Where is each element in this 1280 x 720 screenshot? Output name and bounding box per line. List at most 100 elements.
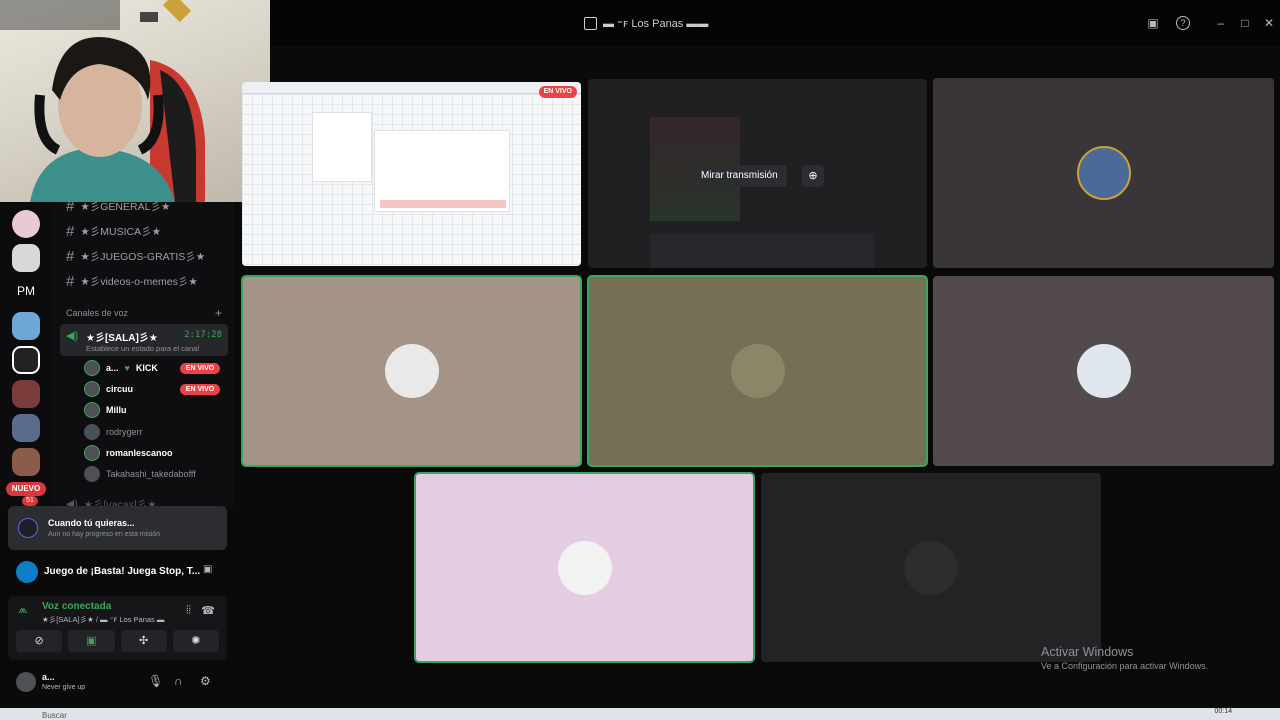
hash-icon: # [66,272,75,290]
member-name: circuu [106,384,134,394]
channel-general[interactable]: # ★彡GENERAL彡★ [66,196,170,216]
windows-activation-watermark: Activar Windows Ve a Configuración para … [1041,645,1208,671]
avatar [904,540,958,595]
speaker-icon: ◀) [66,330,79,342]
server-icon-1[interactable] [12,210,40,238]
stream-tile[interactable]: EN VIVO [242,82,581,266]
channel-juegos-gratis[interactable]: # ★彡JUEGOS-GRATIS彡★ [66,246,205,266]
close-icon[interactable]: ✕ [1262,16,1276,30]
taskbar-clock[interactable]: 00:14 [1214,708,1232,715]
avatar [84,424,100,440]
voice-channel-timer: 2:17:28 [184,330,222,340]
channel-label: ★彡JUEGOS-GRATIS彡★ [80,250,206,263]
add-channel-icon[interactable]: + [215,306,222,320]
webcam-overlay [0,0,270,202]
user-panel: a... Never give up 🎙 ∩ ⚙ [8,668,227,696]
windows-taskbar: Buscar 00:14 [0,708,1280,720]
window-title-text: ▬ ⁼ꜰ Los Panas ▬▬ [603,18,709,30]
server-icon-6[interactable] [12,414,40,442]
maximize-icon[interactable]: □ [1238,16,1252,30]
stream-thumbnail-strip [650,234,874,268]
activity-card[interactable]: Cuando tú quieras... Aun no hay progreso… [8,506,227,550]
voice-category-label: Canales de voz [66,308,129,318]
taskbar-search[interactable]: Buscar [42,711,67,720]
voice-member[interactable]: rodrygerr [84,423,143,441]
channel-musica[interactable]: # ★彡MUSICA彡★ [66,221,161,241]
avatar [84,402,100,418]
voice-member[interactable]: circuu [84,380,133,398]
avatar [84,466,100,482]
voice-channel-name: ★彡[SALA]彡★ [86,333,158,344]
voice-actions: ⊘ ▣ ✣ ✺ [16,630,219,652]
server-icon-5[interactable] [12,380,40,408]
stream-preview-tile[interactable]: Mirar transmisión ⊕ [588,79,927,268]
browser-tab-bar [242,82,581,94]
title-bar: ▬ ⁼ꜰ Los Panas ▬▬ ▣ ? – □ ✕ [270,0,1280,46]
member-name: romanlescanoo [106,448,173,458]
hash-icon: # [66,247,75,265]
voice-channel-status[interactable]: Establece un estado para el canal [86,344,199,353]
webcam-feed [0,0,205,202]
new-badge[interactable]: NUEVO [6,482,46,496]
server-icon-7[interactable] [12,448,40,476]
headphones-icon[interactable]: ∩ [174,674,183,688]
voice-connected-channel[interactable]: ★彡[SALA]彡★ / ▬ ⁼ꜰ Los Panas ▬ [42,614,164,625]
signal-icon[interactable]: ⩕ [18,602,27,617]
camera-off-icon[interactable]: ⊘ [16,630,63,652]
avatar [84,381,100,397]
participant-tile[interactable] [933,276,1274,466]
participant-tile[interactable] [241,275,582,467]
stream-panel [312,112,372,182]
member-name: Millu [106,405,127,415]
avatar [1076,146,1131,200]
user-name: a... [42,672,55,682]
avatar [730,344,785,398]
help-icon[interactable]: ? [1176,16,1190,30]
server-pm[interactable]: PM [10,284,42,300]
participant-tile[interactable] [414,472,755,663]
participant-tile[interactable] [587,275,928,467]
channel-videos-o-memes[interactable]: # ★彡videos-o-memes彡★ [66,271,198,291]
inbox-icon[interactable]: ▣ [1146,16,1160,30]
popout-icon[interactable]: ⊕ [802,165,824,187]
activities-icon[interactable]: ✣ [120,630,167,652]
screen-share-icon[interactable]: ▣ [68,630,115,652]
watermark-subtitle: Ve a Configuración para activar Windows. [1041,661,1209,671]
server-icon-2[interactable] [12,244,40,272]
game-activity[interactable]: Juego de ¡Basta! Juega Stop, T... ▣ [8,556,227,586]
disconnect-icon[interactable]: ☎ [201,604,215,617]
voice-category[interactable]: Canales de voz + [66,306,222,320]
channel-label: ★彡MUSICA彡★ [80,225,162,238]
avatar [1076,344,1131,398]
voice-member[interactable]: a... ♥ KICK [84,359,158,377]
noise-suppression-icon[interactable]: ⦙⦙ [186,604,191,617]
participant-tile[interactable] [761,473,1101,662]
stream-banner [380,200,506,208]
voice-channel-sala[interactable]: ◀) ★彡[SALA]彡★ 2:17:28 Establece un estad… [60,324,228,356]
watch-stream-button[interactable]: Mirar transmisión [692,165,787,187]
new-count-badge: 51 [22,496,38,506]
activity-subtitle: Aun no hay progreso en esta misión [48,531,161,538]
member-name: Takahashi_takedabofff [106,469,196,479]
avatar[interactable] [16,672,36,692]
server-icon-3[interactable] [12,312,40,340]
quest-icon [18,518,38,538]
hash-icon: # [66,197,75,215]
avatar [557,540,612,595]
voice-member[interactable]: Takahashi_takedabofff [84,465,196,483]
minimize-icon[interactable]: – [1214,16,1228,30]
soundboard-icon[interactable]: ✺ [172,630,219,652]
voice-member[interactable]: romanlescanoo [84,444,173,462]
server-icon-4[interactable] [12,346,40,374]
watermark-title: Activar Windows [1041,645,1134,659]
screen-share-icon[interactable]: ▣ [203,564,217,578]
voice-connected-label[interactable]: Voz conectada [42,601,111,612]
channel-list: # ★彡GENERAL彡★ # ★彡MUSICA彡★ # ★彡JUEGOS-GR… [52,198,234,511]
voice-member[interactable]: Millu [84,401,127,419]
channel-label: ★彡videos-o-memes彡★ [80,275,198,288]
participant-tile[interactable] [933,78,1274,268]
microphone-icon[interactable]: 🎙 [148,674,163,688]
window-title: ▬ ⁼ꜰ Los Panas ▬▬ [584,17,708,30]
user-status: Never give up [42,684,86,691]
gear-icon[interactable]: ⚙ [200,674,211,688]
